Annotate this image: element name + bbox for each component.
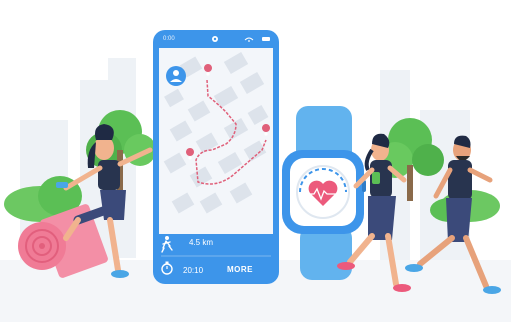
fitness-illustration: 0:00 4.5 km 20:10 MORE xyxy=(0,0,511,322)
more-button[interactable]: MORE xyxy=(227,265,253,274)
phone-screen: 0:00 4.5 km 20:10 MORE xyxy=(153,30,279,284)
timer-readout: 20:10 xyxy=(183,266,204,275)
distance-readout: 4.5 km xyxy=(189,238,214,247)
status-time: 0:00 xyxy=(163,36,175,42)
